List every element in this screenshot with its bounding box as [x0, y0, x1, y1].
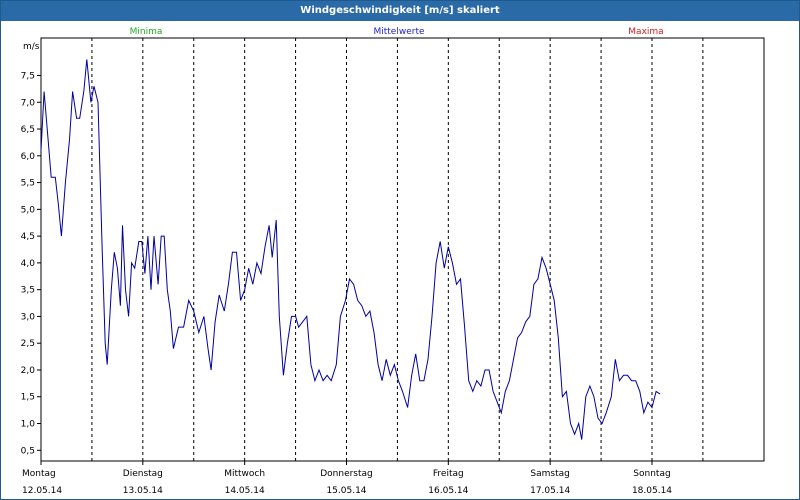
- y-tick-label: 7,0: [21, 98, 36, 108]
- y-tick-label: 5,5: [21, 179, 35, 189]
- y-tick-label: 3,0: [21, 312, 36, 322]
- x-tick-day: Donnerstag: [320, 469, 373, 479]
- y-tick-label: 4,0: [21, 259, 36, 269]
- y-tick-label: 6,5: [21, 125, 35, 135]
- y-tick-label: 2,0: [21, 366, 36, 376]
- y-tick-label: 4,5: [21, 232, 35, 242]
- x-tick-date: 13.05.14: [123, 486, 163, 496]
- y-tick-label: 7,5: [21, 71, 35, 81]
- x-tick-date: 18.05.14: [632, 486, 672, 496]
- y-tick-label: 0,5: [21, 446, 35, 456]
- x-tick-day: Montag: [22, 469, 56, 479]
- x-tick-date: 12.05.14: [22, 486, 62, 496]
- x-tick-day: Freitag: [433, 469, 464, 479]
- x-tick-date: 15.05.14: [326, 486, 366, 496]
- x-tick-day: Samstag: [530, 469, 569, 479]
- chart-window: Windgeschwindigkeit [m/s] skaliert m/s 7,…: [0, 0, 800, 500]
- x-tick-day: Sonntag: [633, 469, 670, 479]
- y-tick-label: 1,0: [21, 420, 36, 430]
- x-tick-date: 14.05.14: [225, 486, 265, 496]
- x-tick-day: Mittwoch: [224, 469, 265, 479]
- y-tick-label: 2,5: [21, 339, 35, 349]
- x-tick-date: 16.05.14: [428, 486, 468, 496]
- y-tick-label: 6,0: [21, 152, 36, 162]
- y-tick-label: 3,5: [21, 286, 35, 296]
- legend-entry: Mittelwerte: [373, 27, 424, 37]
- x-tick-day: Dienstag: [123, 469, 163, 479]
- x-tick-date: 17.05.14: [530, 486, 570, 496]
- wind-speed-chart: m/s 7,5 7,0 6,5 6,0 5,5 5,0 4,5 4,0 3,5 3,0 2,5 2,0 1…: [21, 27, 765, 496]
- legend-entry: Maxima: [628, 27, 663, 37]
- plot-area: [40, 37, 765, 462]
- y-axis-label: m/s: [23, 42, 40, 52]
- y-tick-label: 5,0: [21, 205, 36, 215]
- legend-entry: Minima: [130, 27, 163, 37]
- y-tick-label: 1,5: [21, 393, 35, 403]
- window-title: Windgeschwindigkeit [m/s] skaliert: [1, 1, 799, 21]
